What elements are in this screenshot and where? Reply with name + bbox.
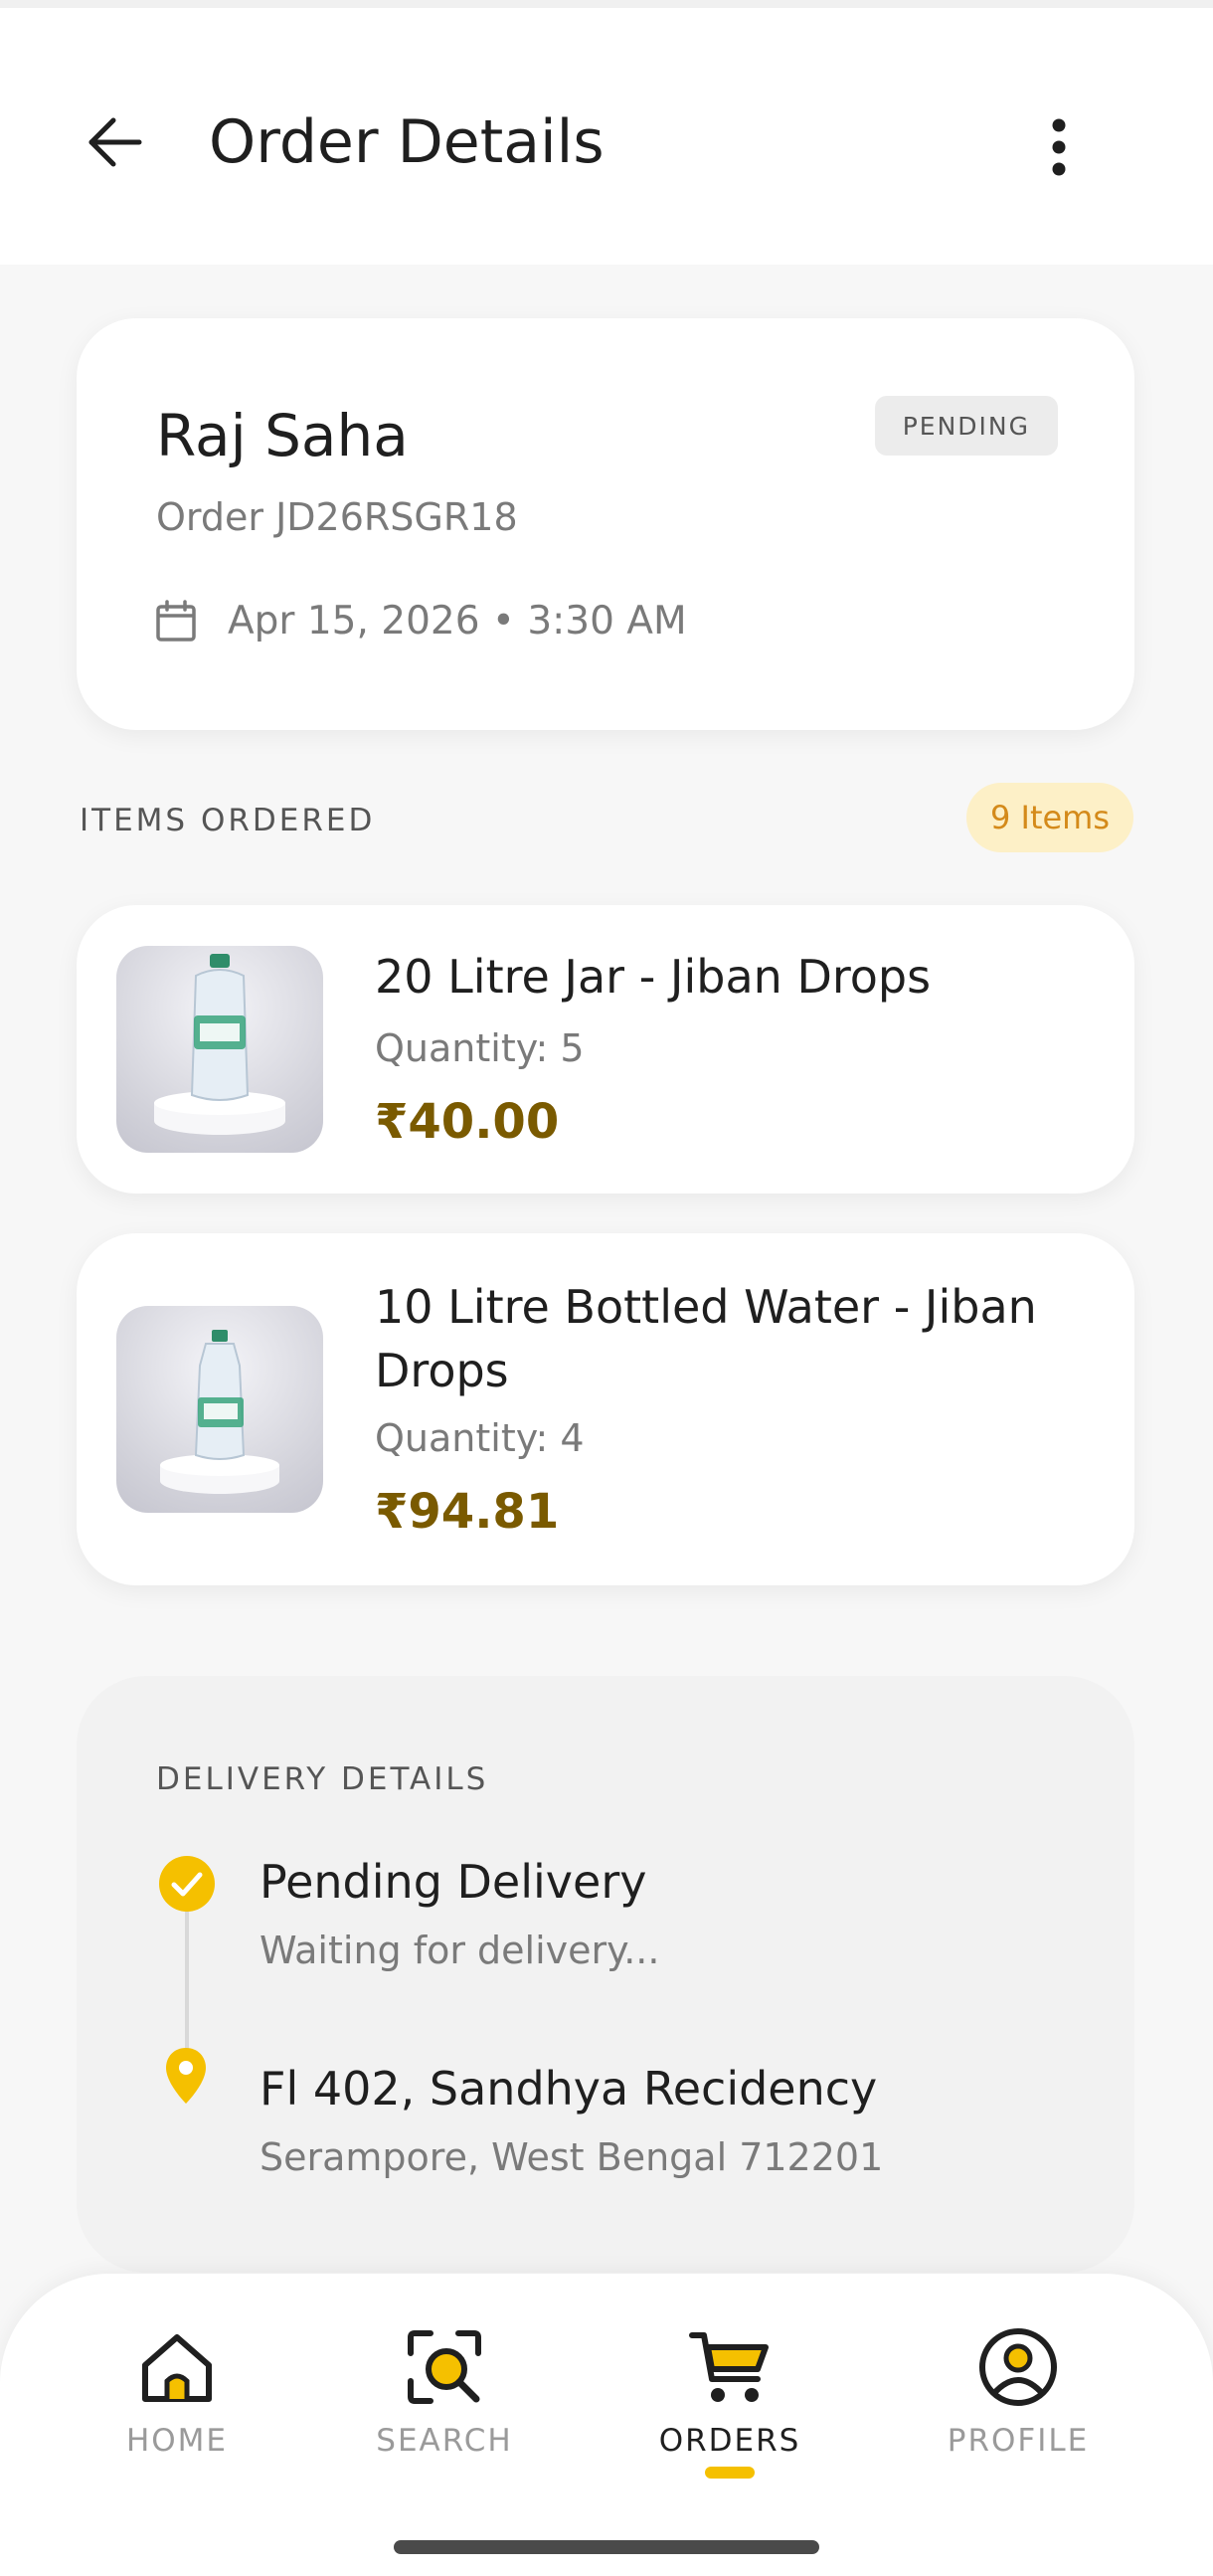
profile-icon: [979, 2328, 1057, 2406]
item-quantity: Quantity: 5: [375, 1026, 585, 1070]
item-name: 10 Litre Bottled Water - Jiban Drops: [375, 1280, 1037, 1397]
cart-icon: [689, 2332, 769, 2402]
bottom-navigation: HOME SEARCH ORDERS PROFILE: [0, 2274, 1213, 2576]
arrow-left-icon: [88, 117, 142, 167]
delivery-section-label: DELIVERY DETAILS: [156, 1761, 489, 1797]
app-bar: Order Details: [0, 8, 1213, 265]
item-price: ₹94.81: [375, 1484, 560, 1540]
items-section-label: ITEMS ORDERED: [80, 803, 376, 838]
search-icon: [408, 2330, 481, 2404]
home-icon: [142, 2334, 212, 2402]
active-tab-indicator: [705, 2467, 755, 2479]
order-date-time: Apr 15, 2026 • 3:30 AM: [228, 599, 687, 644]
more-options-button[interactable]: [1019, 107, 1099, 187]
delivery-status-title: Pending Delivery: [260, 1855, 647, 1909]
page-title: Order Details: [209, 107, 605, 177]
delivery-address-line1: Fl 402, Sandhya Recidency: [260, 2062, 878, 2116]
nav-label-home: HOME: [125, 2423, 229, 2459]
delivery-address-line2: Serampore, West Bengal 712201: [260, 2135, 884, 2179]
nav-label-orders: ORDERS: [658, 2423, 801, 2459]
more-vert-icon: [1052, 118, 1066, 176]
nav-item-search[interactable]: SEARCH: [345, 2325, 544, 2514]
nav-item-profile[interactable]: PROFILE: [919, 2325, 1118, 2514]
order-date-row: Apr 15, 2026 • 3:30 AM: [154, 599, 687, 644]
item-price: ₹40.00: [375, 1094, 560, 1150]
location-pin-icon: [166, 2048, 206, 2104]
item-name: 20 Litre Jar - Jiban Drops: [375, 950, 932, 1004]
calendar-icon: [156, 599, 196, 642]
delivery-details-card: DELIVERY DETAILS Pending Delivery Waitin…: [77, 1676, 1134, 2273]
order-id: Order JD26RSGR18: [156, 495, 518, 539]
item-quantity: Quantity: 4: [375, 1416, 585, 1460]
delivery-status-subtitle: Waiting for delivery...: [260, 1929, 660, 1972]
order-item-card[interactable]: 20 Litre Jar - Jiban Drops Quantity: 5 ₹…: [77, 905, 1134, 1194]
home-indicator: [394, 2540, 819, 2554]
check-circle-icon: [159, 1856, 215, 1912]
back-button[interactable]: [76, 102, 155, 182]
nav-label-profile: PROFILE: [947, 2423, 1090, 2459]
status-strip: [0, 0, 1213, 8]
customer-name: Raj Saha: [156, 402, 409, 469]
order-item-card[interactable]: 10 Litre Bottled Water - Jiban Drops Qua…: [77, 1233, 1134, 1585]
customer-card: Raj Saha Order JD26RSGR18 PENDING Apr 15…: [77, 318, 1134, 730]
nav-label-search: SEARCH: [376, 2423, 513, 2459]
product-image-bottle: [116, 1306, 323, 1513]
status-badge: PENDING: [874, 396, 1058, 456]
nav-item-home[interactable]: HOME: [78, 2325, 276, 2514]
product-image-jar: [116, 946, 323, 1153]
items-count-badge: 9 Items: [966, 783, 1133, 852]
nav-item-orders[interactable]: ORDERS: [630, 2325, 829, 2514]
